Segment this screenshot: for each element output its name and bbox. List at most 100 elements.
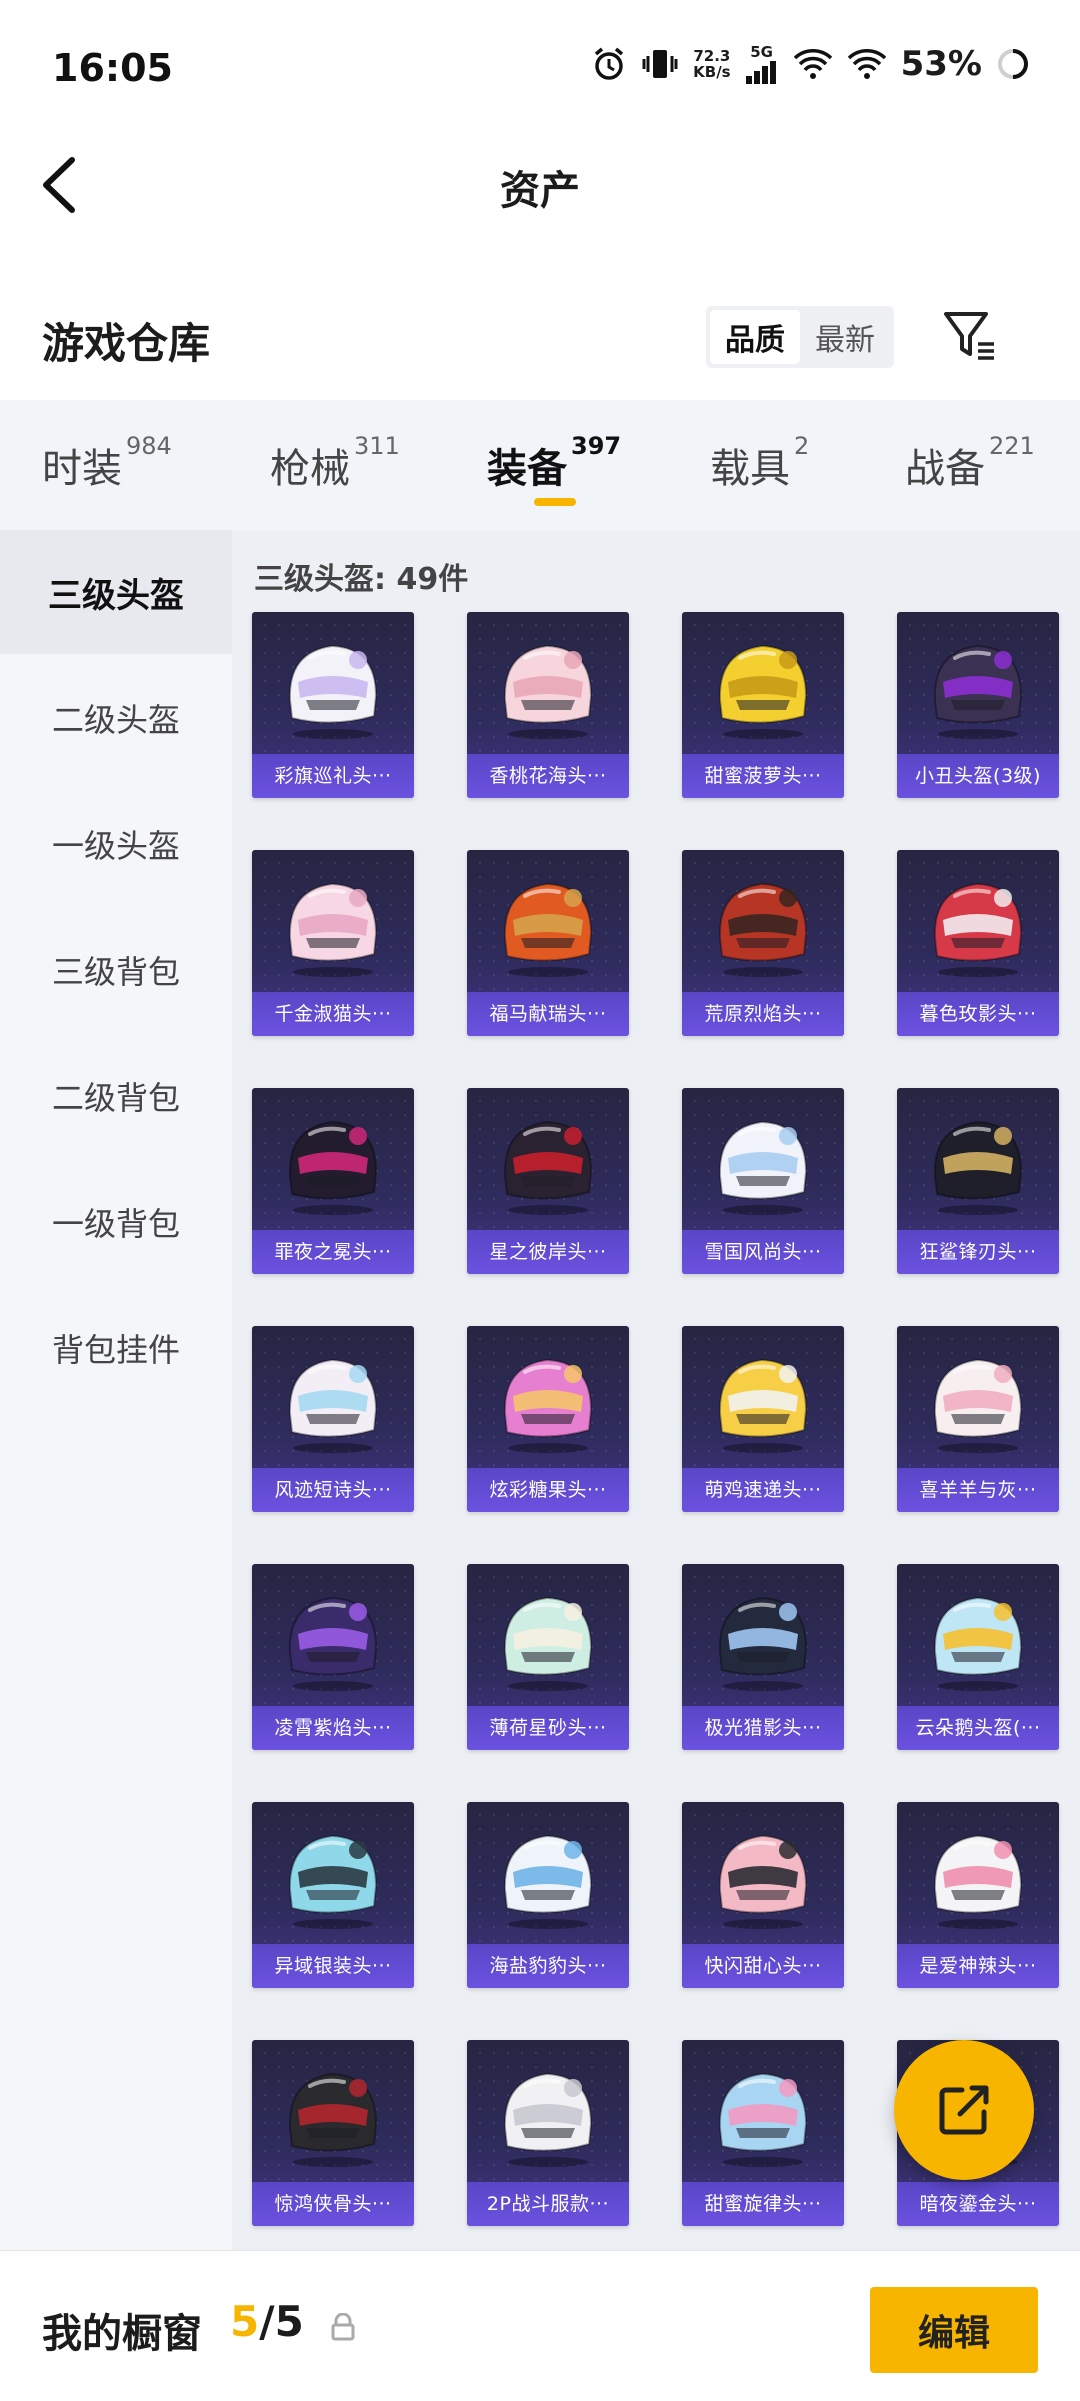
- item-count: 三级头盔: 49件: [254, 562, 469, 597]
- wifi-icon: [793, 49, 832, 79]
- item-name: 萌鸡速递头···: [682, 1468, 844, 1512]
- item-card[interactable]: 快闪甜心头···: [682, 1802, 844, 1988]
- item-card[interactable]: 风迹短诗头···: [252, 1326, 414, 1512]
- helmet-icon: [503, 2072, 593, 2167]
- battery-ring-icon: [998, 49, 1028, 79]
- item-card[interactable]: 薄荷星砂头···: [467, 1564, 629, 1750]
- filter-icon[interactable]: [940, 306, 1000, 366]
- item-card[interactable]: 云朵鹅头盔(···: [897, 1564, 1059, 1750]
- item-card[interactable]: 极光猎影头···: [682, 1564, 844, 1750]
- item-card[interactable]: 荒原烈焰头···: [682, 850, 844, 1036]
- external-link-icon: [939, 2085, 989, 2135]
- sidebar-item-level1-helmet[interactable]: 一级头盔: [0, 782, 232, 906]
- item-name: 快闪甜心头···: [682, 1944, 844, 1988]
- item-card[interactable]: 罪夜之冕头···: [252, 1088, 414, 1274]
- item-card[interactable]: 甜蜜菠萝头···: [682, 612, 844, 798]
- item-card[interactable]: 香桃花海头···: [467, 612, 629, 798]
- item-card[interactable]: 2P战斗服款···: [467, 2040, 629, 2226]
- item-name: 小丑头盔(3级): [897, 754, 1059, 798]
- item-card[interactable]: 海盐豹豹头···: [467, 1802, 629, 1988]
- helmet-icon: [288, 1834, 378, 1929]
- item-name: 极光猎影头···: [682, 1706, 844, 1750]
- lock-icon: [331, 2313, 355, 2341]
- top-nav: 资产: [0, 130, 1080, 240]
- sidebar-item-level2-backpack[interactable]: 二级背包: [0, 1034, 232, 1158]
- helmet-icon: [503, 1358, 593, 1453]
- item-name: 喜羊羊与灰···: [897, 1468, 1059, 1512]
- item-name: 雪国风尚头···: [682, 1230, 844, 1274]
- item-name: 风迹短诗头···: [252, 1468, 414, 1512]
- item-name: 星之彼岸头···: [467, 1230, 629, 1274]
- item-card[interactable]: 雪国风尚头···: [682, 1088, 844, 1274]
- vibrate-icon: [642, 50, 678, 78]
- tab-vehicles[interactable]: 载具 2: [710, 432, 809, 494]
- item-card[interactable]: 甜蜜旋律头···: [682, 2040, 844, 2226]
- helmet-icon: [933, 1358, 1023, 1453]
- active-tab-indicator: [534, 498, 576, 506]
- sort-toggle: 品质 最新: [706, 306, 894, 368]
- item-name: 甜蜜菠萝头···: [682, 754, 844, 798]
- helmet-icon: [503, 1596, 593, 1691]
- helmet-icon: [288, 1596, 378, 1691]
- item-name: 暗夜鎏金头···: [897, 2182, 1059, 2226]
- helmet-icon: [718, 1834, 808, 1929]
- item-name: 甜蜜旋律头···: [682, 2182, 844, 2226]
- cell-signal-icon: 5G: [745, 44, 779, 84]
- item-card[interactable]: 萌鸡速递头···: [682, 1326, 844, 1512]
- item-name: 云朵鹅头盔(···: [897, 1706, 1059, 1750]
- sidebar-item-backpack-charm[interactable]: 背包挂件: [0, 1286, 232, 1410]
- helmet-icon: [933, 644, 1023, 739]
- section-title: 游戏仓库: [42, 319, 211, 368]
- helmet-icon: [288, 882, 378, 977]
- item-card[interactable]: 炫彩糖果头···: [467, 1326, 629, 1512]
- item-grid-panel: 三级头盔: 49件 彩旗巡礼头··· 香桃花海头··· 甜蜜菠萝头··· 小丑头盔(3…: [232, 530, 1080, 2250]
- item-card[interactable]: 是爱神辣头···: [897, 1802, 1059, 1988]
- status-icons: 72.3 KB/s 5G 53%: [591, 44, 1030, 84]
- page-title: 资产: [500, 168, 580, 214]
- sidebar-item-level3-backpack[interactable]: 三级背包: [0, 908, 232, 1032]
- tab-firearms[interactable]: 枪械 311: [270, 432, 400, 494]
- category-tabs: 时装 984 枪械 311 装备 397 载具 2 战备 221: [0, 400, 1080, 530]
- item-name: 香桃花海头···: [467, 754, 629, 798]
- showcase-bar: 我的橱窗 5/5 编辑: [0, 2250, 1080, 2401]
- sort-quality-option[interactable]: 品质: [710, 310, 800, 364]
- sidebar-item-level2-helmet[interactable]: 二级头盔: [0, 656, 232, 780]
- sidebar: 三级头盔 二级头盔 一级头盔 三级背包 二级背包 一级背包 背包挂件: [0, 530, 232, 2250]
- item-name: 是爱神辣头···: [897, 1944, 1059, 1988]
- item-card[interactable]: 异域银装头···: [252, 1802, 414, 1988]
- item-name: 炫彩糖果头···: [467, 1468, 629, 1512]
- item-card[interactable]: 小丑头盔(3级): [897, 612, 1059, 798]
- helmet-icon: [933, 1120, 1023, 1215]
- helmet-icon: [503, 1120, 593, 1215]
- item-name: 暮色玫影头···: [897, 992, 1059, 1036]
- status-time: 16:05: [52, 46, 173, 90]
- item-card[interactable]: 星之彼岸头···: [467, 1088, 629, 1274]
- sidebar-item-level1-backpack[interactable]: 一级背包: [0, 1160, 232, 1284]
- item-card[interactable]: 喜羊羊与灰···: [897, 1326, 1059, 1512]
- sort-newest-option[interactable]: 最新: [800, 310, 890, 364]
- helmet-icon: [718, 1120, 808, 1215]
- item-card[interactable]: 暮色玫影头···: [897, 850, 1059, 1036]
- item-card[interactable]: 千金淑猫头···: [252, 850, 414, 1036]
- item-card[interactable]: 凌霄紫焰头···: [252, 1564, 414, 1750]
- item-card[interactable]: 福马献瑞头···: [467, 850, 629, 1036]
- tab-equipment[interactable]: 装备 397: [487, 432, 621, 494]
- sidebar-item-level3-helmet[interactable]: 三级头盔: [0, 530, 232, 654]
- item-card[interactable]: 彩旗巡礼头···: [252, 612, 414, 798]
- item-name: 千金淑猫头···: [252, 992, 414, 1036]
- item-name: 罪夜之冕头···: [252, 1230, 414, 1274]
- tab-fashion[interactable]: 时装 984: [42, 432, 172, 494]
- helmet-icon: [718, 882, 808, 977]
- item-card[interactable]: 狂鲨锋刃头···: [897, 1088, 1059, 1274]
- item-name: 凌霄紫焰头···: [252, 1706, 414, 1750]
- showcase-label: 我的橱窗: [42, 2311, 202, 2357]
- share-fab[interactable]: [894, 2040, 1034, 2180]
- helmet-icon: [933, 1834, 1023, 1929]
- item-name: 福马献瑞头···: [467, 992, 629, 1036]
- item-name: 荒原烈焰头···: [682, 992, 844, 1036]
- tab-supplies[interactable]: 战备 221: [905, 432, 1035, 494]
- helmet-icon: [718, 2072, 808, 2167]
- item-name: 惊鸿侠骨头···: [252, 2182, 414, 2226]
- item-card[interactable]: 惊鸿侠骨头···: [252, 2040, 414, 2226]
- edit-button[interactable]: 编辑: [870, 2287, 1038, 2373]
